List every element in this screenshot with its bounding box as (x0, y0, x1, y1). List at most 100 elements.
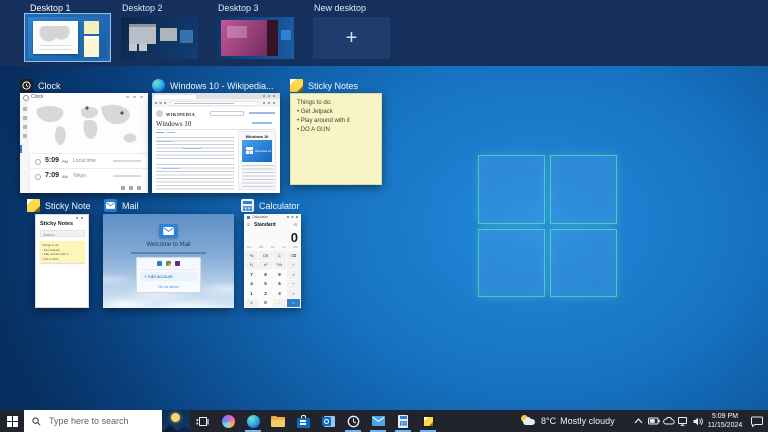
sticky-note-icon (27, 199, 40, 212)
windows-logo-pane (550, 155, 617, 224)
mini-panel (267, 20, 278, 56)
clock-app-icon (20, 79, 33, 92)
moon-icon (35, 174, 41, 180)
network-icon[interactable] (676, 410, 691, 432)
mini-divider (39, 45, 71, 46)
action-center-icon (751, 416, 763, 427)
infobox: Windows 10 Windows 10 (238, 131, 276, 190)
calculator-button[interactable] (391, 410, 415, 432)
mini-clock-window (33, 21, 78, 54)
nav-buttons (155, 102, 166, 104)
mail-welcome-text: Welcome to Mail (103, 242, 234, 248)
mini-map (39, 26, 71, 42)
mail-icon (372, 416, 385, 426)
note-preview-line: • DO A GUN (42, 257, 83, 262)
new-desktop-button[interactable]: + (313, 17, 390, 59)
store-button[interactable] (291, 410, 315, 432)
mail-window[interactable]: Welcome to Mail + Add account Go to inbo… (103, 214, 234, 308)
hidden-icons-chevron[interactable] (630, 410, 646, 432)
calc-memory-row: MC MR M+ M− MS (247, 245, 298, 249)
sticky-note-list-window[interactable]: Sticky Notes Search... Things to do: • G… (35, 214, 89, 308)
note-line: Things to do: (297, 99, 375, 108)
task-view-button[interactable] (191, 410, 213, 432)
copilot-button[interactable] (216, 410, 240, 432)
outlook-button[interactable] (316, 410, 340, 432)
world-map (29, 101, 148, 151)
mini-divider (39, 49, 71, 50)
note-flap (27, 199, 33, 205)
clock-row-tokyo: 7:09 AM Tokyo (29, 169, 148, 183)
calc-key: 5 (259, 280, 272, 289)
calc-key: 9 (273, 270, 286, 279)
article-tab (156, 132, 164, 134)
hamburger-icon: ≡ (247, 222, 250, 227)
clock-window[interactable]: Clock (20, 93, 148, 193)
mini-sticky-2 (84, 36, 99, 57)
wikipedia-thumbnail-group[interactable]: Windows 10 - Wikipedia... WIKIPEDIA Wind… (152, 79, 280, 193)
infobox-logo-text: Windows 10 (255, 149, 271, 153)
clock-meridiem: AM (62, 174, 68, 179)
mini-window (139, 44, 147, 51)
onedrive-icon[interactable] (661, 410, 676, 432)
desktop-3-thumbnail[interactable] (217, 17, 294, 59)
google-provider-icon (166, 261, 171, 266)
taskbar: 8°C Mostly cloudy 5:09 PM 11/15/2024 (0, 410, 768, 432)
clock-thumbnail-group[interactable]: Clock Clock (20, 79, 148, 193)
memory-key: MC (247, 245, 252, 249)
mail-account-card: + Add account Go to inbox (136, 257, 201, 293)
memory-key: M− (282, 245, 286, 249)
sticky-notes-icon (422, 415, 435, 428)
calc-key: ⌫ (287, 251, 300, 260)
note-fold (297, 86, 303, 92)
search-input[interactable] (47, 415, 151, 427)
talk-tab (167, 132, 175, 134)
wikipedia-page: WIKIPEDIA Windows 10 Windows 10 (152, 107, 280, 193)
sticky-notes-button[interactable] (416, 410, 440, 432)
taskbar-search[interactable] (24, 410, 190, 432)
windows-logo-pane (478, 155, 545, 224)
weather-widget[interactable]: 8°C Mostly cloudy (520, 410, 615, 432)
mail-button[interactable] (366, 410, 390, 432)
edge-icon (247, 415, 260, 428)
task-view-icon (196, 415, 209, 428)
calc-key: − (287, 280, 300, 289)
volume-icon[interactable] (691, 410, 706, 432)
memory-key: MS (294, 245, 299, 249)
edge-button[interactable] (241, 410, 265, 432)
action-center-button[interactable] (746, 410, 768, 432)
calculator-window[interactable]: Calculator ≡ Standard ⟲ 0 MC MR M+ M− MS… (244, 214, 301, 308)
calc-key: 3 (273, 289, 286, 298)
desktop-1-thumbnail[interactable] (24, 13, 111, 62)
go-to-inbox-link: Go to inbox (137, 284, 200, 289)
sticky-notes-window[interactable]: Things to do: • Get Jetpack • Play aroun… (290, 93, 382, 185)
sticky-note-window-title: Sticky Note (45, 201, 91, 211)
calculator-thumbnail-group[interactable]: Calculator Calculator ≡ Standard ⟲ 0 MC … (241, 199, 311, 309)
search-highlight-image[interactable] (162, 410, 190, 432)
desktop-2-thumbnail[interactable] (121, 17, 198, 59)
desktop-1-preview (28, 17, 107, 58)
sticky-note-list-thumbnail-group[interactable]: Sticky Note Sticky Notes Search... Thing… (27, 199, 97, 309)
languages-link (252, 122, 272, 124)
clock-time: 5:09 (45, 157, 59, 164)
battery-icon[interactable] (646, 410, 661, 432)
calc-key: ¹⁄ₓ (245, 261, 258, 270)
mail-app-icon (104, 199, 117, 212)
windows-flag (246, 147, 253, 154)
calc-keypad: % CE C ⌫ ¹⁄ₓ x² ²√x ÷ 7 8 9 × 4 5 6 − 1 … (245, 251, 300, 307)
alarms-clock-button[interactable] (341, 410, 365, 432)
taskbar-clock[interactable]: 5:09 PM 11/15/2024 (706, 412, 744, 430)
wikipedia-window[interactable]: WIKIPEDIA Windows 10 Windows 10 (152, 93, 280, 193)
calc-display: 0 (244, 229, 301, 244)
clock-zone: Tokyo (73, 173, 86, 179)
desktop-3-label: Desktop 3 (218, 3, 259, 13)
start-button[interactable] (0, 410, 24, 432)
windows-logo (478, 155, 617, 297)
browser-toolbar (152, 99, 280, 107)
file-explorer-button[interactable] (266, 410, 290, 432)
wikipedia-globe-logo (156, 110, 163, 117)
mail-thumbnail-group[interactable]: Mail Welcome to Mail + Add account Go to… (104, 199, 235, 309)
windows-logo-pane (478, 229, 545, 298)
sticky-notes-thumbnail-group[interactable]: Sticky Notes Things to do: • Get Jetpack… (290, 79, 385, 185)
calc-key: 6 (273, 280, 286, 289)
mini-window (129, 44, 137, 51)
